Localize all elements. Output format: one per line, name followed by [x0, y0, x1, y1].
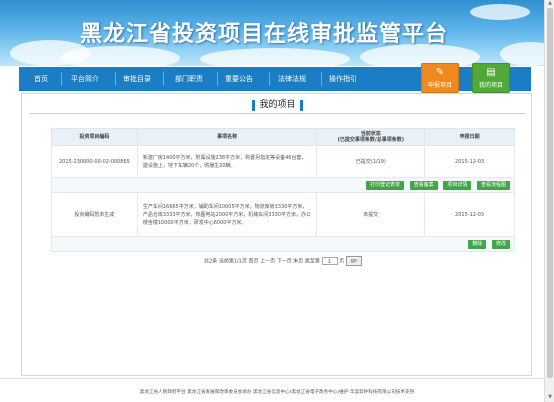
nav-item-catalog[interactable]: 审批目录 [117, 67, 157, 91]
document-icon: ▤ [486, 67, 496, 78]
nav-divider [217, 72, 218, 86]
table-row: 2015-230000-00-02-000865 新建厂房1400平方米，附属设… [51, 145, 515, 178]
scroll-thumb[interactable] [547, 8, 553, 378]
nav-item-notices[interactable]: 重要公告 [219, 67, 259, 91]
project-status: 已提交(1/19) [316, 145, 426, 178]
nav-item-duties[interactable]: 部门职责 [169, 67, 209, 91]
delete-button[interactable]: 删除 [468, 239, 487, 249]
scroll-up-icon[interactable]: ▲ [547, 0, 553, 6]
nav-divider [321, 72, 322, 86]
apply-project-label: 申报项目 [427, 82, 452, 89]
table-row: 投资编码暂未生成 生产车间16665平方米，辅助车间10005平方米，物流库房3… [51, 192, 515, 237]
pager-summary: 共2条 当前第1/1页 [204, 258, 247, 265]
row-actions: 打印登记表单 查看备案 项目详情 查看流程图 [51, 177, 515, 193]
col-header-date: 申报日期 [424, 128, 515, 146]
cloud-decoration [60, 46, 180, 66]
project-name: 新建厂房1400平方米，附属设施238平方米，购置另指定等设备46台套，建设施上… [136, 145, 318, 178]
projects-table: 投资项目编码 事项名称 当前状态 (已提交事项条数/总事项条数) 申报日期 20… [51, 128, 515, 270]
nav-item-home[interactable]: 首页 [23, 67, 59, 91]
page-number-input[interactable]: 1 [321, 256, 338, 265]
project-date: 2015-12-03 [424, 145, 515, 178]
nav-divider [163, 72, 164, 86]
apply-project-button[interactable]: ✎ 申报项目 [421, 63, 459, 93]
pagination-row: 共2条 当前第1/1页 首页 上一页 下一页 末页 跳至第 1 页 go [52, 252, 515, 270]
view-flowchart-button[interactable]: 查看流程图 [476, 180, 510, 190]
footer: 黑龙江省人民政府平台 黑龙江省发展和改革委员会承办 黑龙江省信息中心(黑龙江省电… [0, 378, 554, 402]
pager-prev-link[interactable]: 上一页 [260, 258, 275, 264]
nav-item-about[interactable]: 平台简介 [65, 67, 105, 91]
page-title: 我的项目 [252, 100, 303, 111]
page-title-wrap: 我的项目 [22, 100, 533, 111]
pager-last-link[interactable]: 末页 [293, 258, 303, 264]
cloud-decoration [470, 4, 530, 20]
nav-item-laws[interactable]: 法律法规 [272, 67, 312, 91]
project-details-button[interactable]: 项目详情 [443, 180, 472, 190]
cloud-decoration [200, 48, 350, 66]
my-projects-label: 我的项目 [478, 82, 503, 89]
content-panel: 我的项目 投资项目编码 事项名称 当前状态 (已提交事项条数/总事项条数) 申报… [21, 93, 532, 376]
print-form-button[interactable]: 打印登记表单 [366, 180, 405, 190]
col-header-name: 事项名称 [136, 128, 318, 146]
project-name: 生产车间16665平方米，辅助车间10005平方米，物流库房3330平方米，产品… [136, 192, 318, 237]
col-header-status-sub: (已提交事项条数/总事项条数) [337, 137, 404, 143]
project-code: 投资编码暂未生成 [51, 192, 138, 237]
site-title: 黑龙江省投资项目在线审批监管平台 [80, 22, 449, 47]
col-header-code: 投资项目编码 [51, 128, 138, 146]
title-divider [30, 113, 525, 114]
pager-page-unit: 页 [339, 258, 345, 265]
project-status: 未提交 [316, 192, 426, 237]
my-projects-button[interactable]: ▤ 我的项目 [472, 63, 510, 93]
row-actions-cell: 打印登记表单 查看备案 项目详情 查看流程图 [51, 177, 515, 193]
col-header-status: 当前状态 (已提交事项条数/总事项条数) [316, 128, 426, 146]
nav-item-guide[interactable]: 操作指引 [323, 67, 363, 91]
pagination: 共2条 当前第1/1页 首页 上一页 下一页 末页 跳至第 1 页 go [52, 252, 515, 270]
nav-divider [61, 72, 62, 86]
vertical-scrollbar[interactable]: ▲ ▼ [544, 0, 554, 402]
edit-button[interactable]: 修改 [491, 239, 510, 249]
pager-first-link[interactable]: 首页 [248, 258, 258, 264]
footer-text: 黑龙江省人民政府平台 黑龙江省发展和改革委员会承办 黑龙江省信息中心(黑龙江省电… [139, 390, 415, 395]
project-code: 2015-230000-00-02-000865 [51, 145, 138, 178]
scroll-down-icon[interactable]: ▼ [547, 394, 553, 400]
project-date: 2015-12-03 [424, 192, 515, 237]
view-filing-button[interactable]: 查看备案 [409, 180, 438, 190]
row-actions-cell: 删除 修改 [51, 236, 515, 252]
table-header-row: 投资项目编码 事项名称 当前状态 (已提交事项条数/总事项条数) 申报日期 [51, 128, 515, 146]
edit-icon: ✎ [435, 67, 445, 78]
pager-jump-label: 跳至第 [304, 258, 320, 265]
header-banner: 黑龙江省投资项目在线审批监管平台 [0, 0, 554, 66]
nav-divider [115, 72, 116, 86]
pager-next-link[interactable]: 下一页 [277, 258, 292, 264]
nav-divider [269, 72, 270, 86]
row-actions: 删除 修改 [51, 236, 515, 252]
pager-go-button[interactable]: go [345, 255, 362, 266]
